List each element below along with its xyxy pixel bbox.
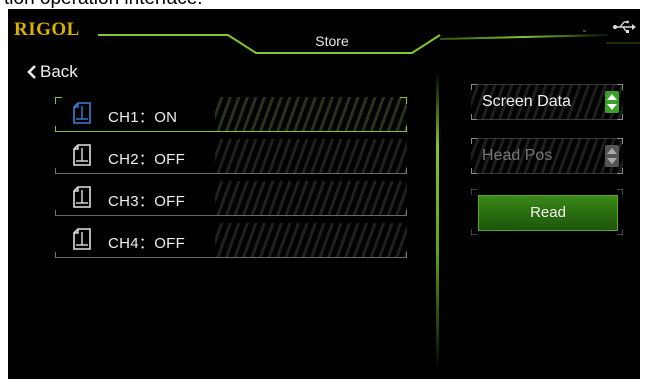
back-label: Back (40, 62, 78, 81)
channel-item-ch2[interactable]: CH2：OFF (55, 139, 407, 174)
channel-item-ch1[interactable]: CH1：ON (55, 97, 407, 132)
page-title: Store (315, 33, 349, 49)
instrument-screen: RIGOL Store Back CH1：ON CH2：OFF CH3：OFF … (8, 9, 640, 379)
up-down-arrows-icon (605, 145, 619, 167)
document-icon (73, 228, 91, 250)
read-button[interactable]: Read (478, 195, 618, 231)
channel-item-ch4[interactable]: CH4：OFF (55, 223, 407, 258)
usb-icon (613, 20, 636, 33)
position-dropdown[interactable]: Head Pos (471, 138, 623, 174)
top-bar: RIGOL Store (8, 9, 640, 55)
position-value: Head Pos (482, 147, 553, 164)
document-icon (73, 186, 91, 208)
document-icon (73, 102, 91, 124)
document-icon (73, 144, 91, 166)
channel-label: CH3：OFF (108, 193, 186, 210)
channel-item-ch3[interactable]: CH3：OFF (55, 181, 407, 216)
back-button[interactable]: Back (26, 62, 78, 82)
channel-label: CH4：OFF (108, 235, 186, 252)
up-down-arrows-icon (605, 91, 619, 113)
data-type-value: Screen Data (482, 93, 571, 110)
brand-logo: RIGOL (14, 19, 80, 40)
page-caption: tion operation interface: (0, 0, 648, 9)
data-type-dropdown[interactable]: Screen Data (471, 84, 623, 120)
channel-label: CH1：ON (108, 109, 178, 126)
chevron-left-icon (27, 65, 36, 79)
caption-text: tion operation interface: (4, 0, 203, 9)
vertical-divider (436, 71, 439, 371)
channel-list: CH1：ON CH2：OFF CH3：OFF CH4：OFF (55, 97, 407, 265)
channel-label: CH2：OFF (108, 151, 186, 168)
